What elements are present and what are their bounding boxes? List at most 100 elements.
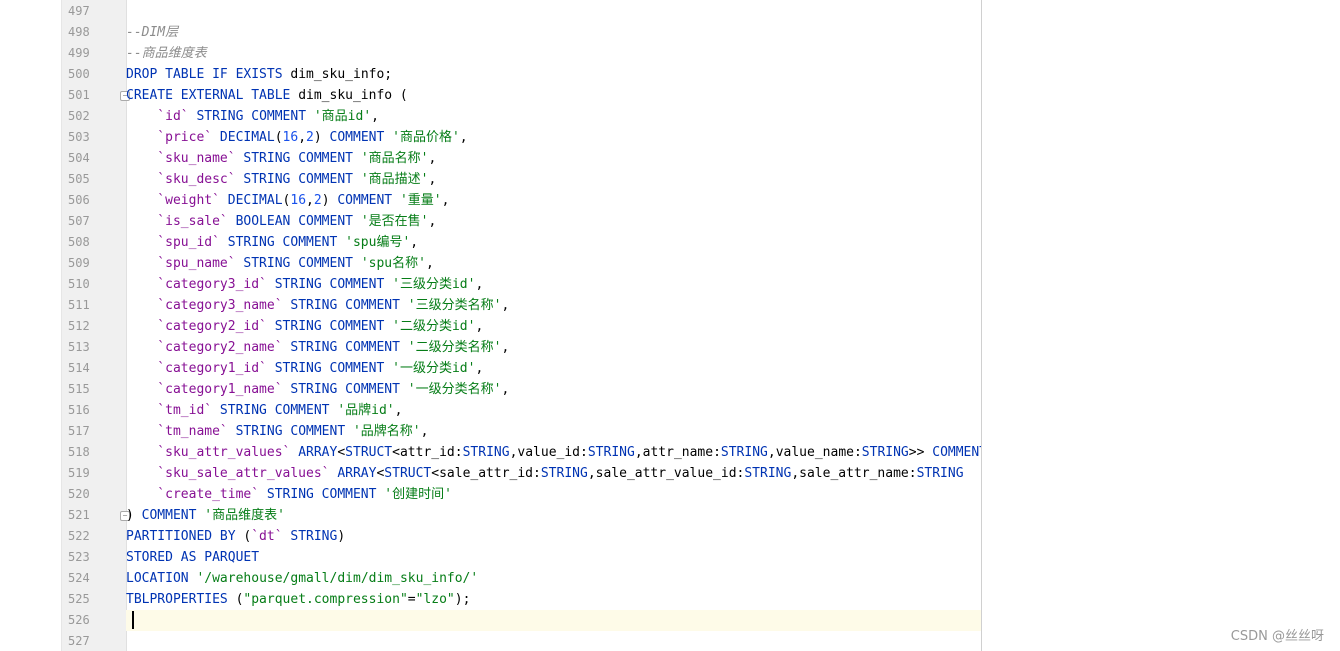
- code-line[interactable]: `tm_name` STRING COMMENT '品牌名称',: [126, 421, 981, 442]
- gutter-line: 509: [62, 253, 126, 274]
- code-token: STRUCT: [345, 445, 393, 460]
- code-line[interactable]: [126, 1, 981, 22]
- code-line[interactable]: PARTITIONED BY (`dt` STRING): [126, 526, 981, 547]
- gutter-line: 501−: [62, 85, 130, 106]
- code-token: =: [407, 592, 416, 607]
- code-line[interactable]: LOCATION '/warehouse/gmall/dim/dim_sku_i…: [126, 568, 981, 589]
- gutter-line: 508: [62, 232, 126, 253]
- code-token: ,: [420, 424, 429, 439]
- code-line[interactable]: ) COMMENT '商品维度表': [126, 505, 981, 526]
- code-line[interactable]: `sku_sale_attr_values` ARRAY<STRUCT<sale…: [126, 463, 981, 484]
- code-token: "lzo": [415, 592, 455, 607]
- current-code-line[interactable]: [126, 610, 981, 631]
- gutter-line: 498: [62, 22, 126, 43]
- code-token: ): [126, 508, 134, 523]
- code-token: `sku_desc`: [126, 172, 236, 187]
- gutter-line: 524: [62, 568, 126, 589]
- line-number: 519: [68, 466, 90, 480]
- code-token: `sku_attr_values`: [126, 445, 291, 460]
- code-line[interactable]: `price` DECIMAL(16,2) COMMENT '商品价格',: [126, 127, 981, 148]
- code-token: <attr_id:: [392, 445, 463, 460]
- line-number: 514: [68, 361, 90, 375]
- code-token: ): [321, 193, 330, 208]
- code-token: ,: [459, 130, 468, 145]
- code-token: ,: [441, 193, 450, 208]
- code-token: `is_sale`: [126, 214, 228, 229]
- code-token: CREATE EXTERNAL TABLE: [126, 88, 299, 103]
- code-line[interactable]: --商品维度表: [126, 43, 981, 64]
- code-token: '二级分类id': [392, 319, 476, 334]
- code-area[interactable]: --DIM层 --商品维度表 DROP TABLE IF EXISTS dim_sk…: [126, 0, 981, 651]
- code-line[interactable]: `spu_id` STRING COMMENT 'spu编号',: [126, 232, 981, 253]
- line-number: 507: [68, 214, 90, 228]
- line-number: 517: [68, 424, 90, 438]
- code-line[interactable]: TBLPROPERTIES ("parquet.compression"="lz…: [126, 589, 981, 610]
- code-token: '一级分类名称': [407, 382, 502, 397]
- code-line[interactable]: DROP TABLE IF EXISTS dim_sku_info;: [126, 64, 981, 85]
- code-token: ,: [428, 172, 437, 187]
- code-token: STRING COMMENT: [235, 151, 361, 166]
- line-number: 503: [68, 130, 90, 144]
- code-line[interactable]: `category2_id` STRING COMMENT '二级分类id',: [126, 316, 981, 337]
- code-line[interactable]: `is_sale` BOOLEAN COMMENT '是否在售',: [126, 211, 981, 232]
- gutter-line: 497: [62, 1, 126, 22]
- code-token: <sale_attr_id:: [431, 466, 541, 481]
- code-token: BOOLEAN COMMENT: [227, 214, 361, 229]
- line-number: 522: [68, 529, 90, 543]
- code-line[interactable]: `category1_name` STRING COMMENT '一级分类名称'…: [126, 379, 981, 400]
- code-token: 'spu编号': [345, 235, 411, 250]
- line-number-gutter: 497 498 499 500 501− 502 503 504 505 506 507 508 509…: [61, 0, 130, 651]
- line-number: 508: [68, 235, 90, 249]
- code-token: STRING: [462, 445, 510, 460]
- code-token: TBLPROPERTIES: [126, 592, 236, 607]
- line-number: 515: [68, 382, 90, 396]
- code-line[interactable]: `id` STRING COMMENT '商品id',: [126, 106, 981, 127]
- code-line[interactable]: `tm_id` STRING COMMENT '品牌id',: [126, 400, 981, 421]
- code-line[interactable]: `category3_name` STRING COMMENT '三级分类名称'…: [126, 295, 981, 316]
- code-token: STRING COMMENT: [282, 340, 408, 355]
- code-line[interactable]: [126, 631, 981, 651]
- code-token: ,: [428, 151, 437, 166]
- code-token: --商品维度表: [126, 46, 207, 61]
- code-line[interactable]: CREATE EXTERNAL TABLE dim_sku_info (: [126, 85, 981, 106]
- code-line[interactable]: STORED AS PARQUET: [126, 547, 981, 568]
- line-number: 511: [68, 298, 90, 312]
- code-token: `sku_sale_attr_values`: [126, 466, 330, 481]
- code-line[interactable]: `sku_attr_values` ARRAY<STRUCT<attr_id:S…: [126, 442, 981, 463]
- code-token: `category2_name`: [126, 340, 283, 355]
- gutter-line: 527: [62, 631, 126, 651]
- code-token: >>: [908, 445, 933, 460]
- code-token: '商品维度表': [204, 508, 285, 523]
- gutter-line: 515: [62, 379, 126, 400]
- code-line[interactable]: `category2_name` STRING COMMENT '二级分类名称'…: [126, 337, 981, 358]
- code-token: ): [337, 529, 346, 544]
- code-token: STRING: [916, 466, 964, 481]
- code-token: COMMENT: [329, 193, 400, 208]
- code-editor[interactable]: 497 498 499 500 501− 502 503 504 505 506 507 508 509…: [61, 0, 982, 651]
- code-token: ARRAY: [290, 445, 338, 460]
- gutter-line: 514: [62, 358, 126, 379]
- code-line[interactable]: `create_time` STRING COMMENT '创建时间': [126, 484, 981, 505]
- line-number: 525: [68, 592, 90, 606]
- code-token: ,value_name:: [767, 445, 862, 460]
- code-token: ,: [501, 298, 510, 313]
- code-token: ,: [501, 382, 510, 397]
- code-token: ,: [298, 130, 307, 145]
- code-line[interactable]: `spu_name` STRING COMMENT 'spu名称',: [126, 253, 981, 274]
- line-number: 510: [68, 277, 90, 291]
- code-line[interactable]: `sku_desc` STRING COMMENT '商品描述',: [126, 169, 981, 190]
- gutter-line: 502: [62, 106, 126, 127]
- code-token: `sku_name`: [126, 151, 236, 166]
- code-line[interactable]: `category3_id` STRING COMMENT '三级分类id',: [126, 274, 981, 295]
- code-line[interactable]: `weight` DECIMAL(16,2) COMMENT '重量',: [126, 190, 981, 211]
- code-line[interactable]: --DIM层: [126, 22, 981, 43]
- code-token: `create_time`: [126, 487, 260, 502]
- code-token: STORED AS PARQUET: [126, 550, 260, 565]
- gutter-line: 521−: [62, 505, 130, 526]
- code-line[interactable]: `category1_id` STRING COMMENT '一级分类id',: [126, 358, 981, 379]
- code-line[interactable]: `sku_name` STRING COMMENT '商品名称',: [126, 148, 981, 169]
- code-token: '品牌名称': [352, 424, 421, 439]
- code-token: COMMENT: [321, 130, 393, 145]
- line-number: 513: [68, 340, 90, 354]
- code-token: dim_sku_info (: [298, 88, 408, 103]
